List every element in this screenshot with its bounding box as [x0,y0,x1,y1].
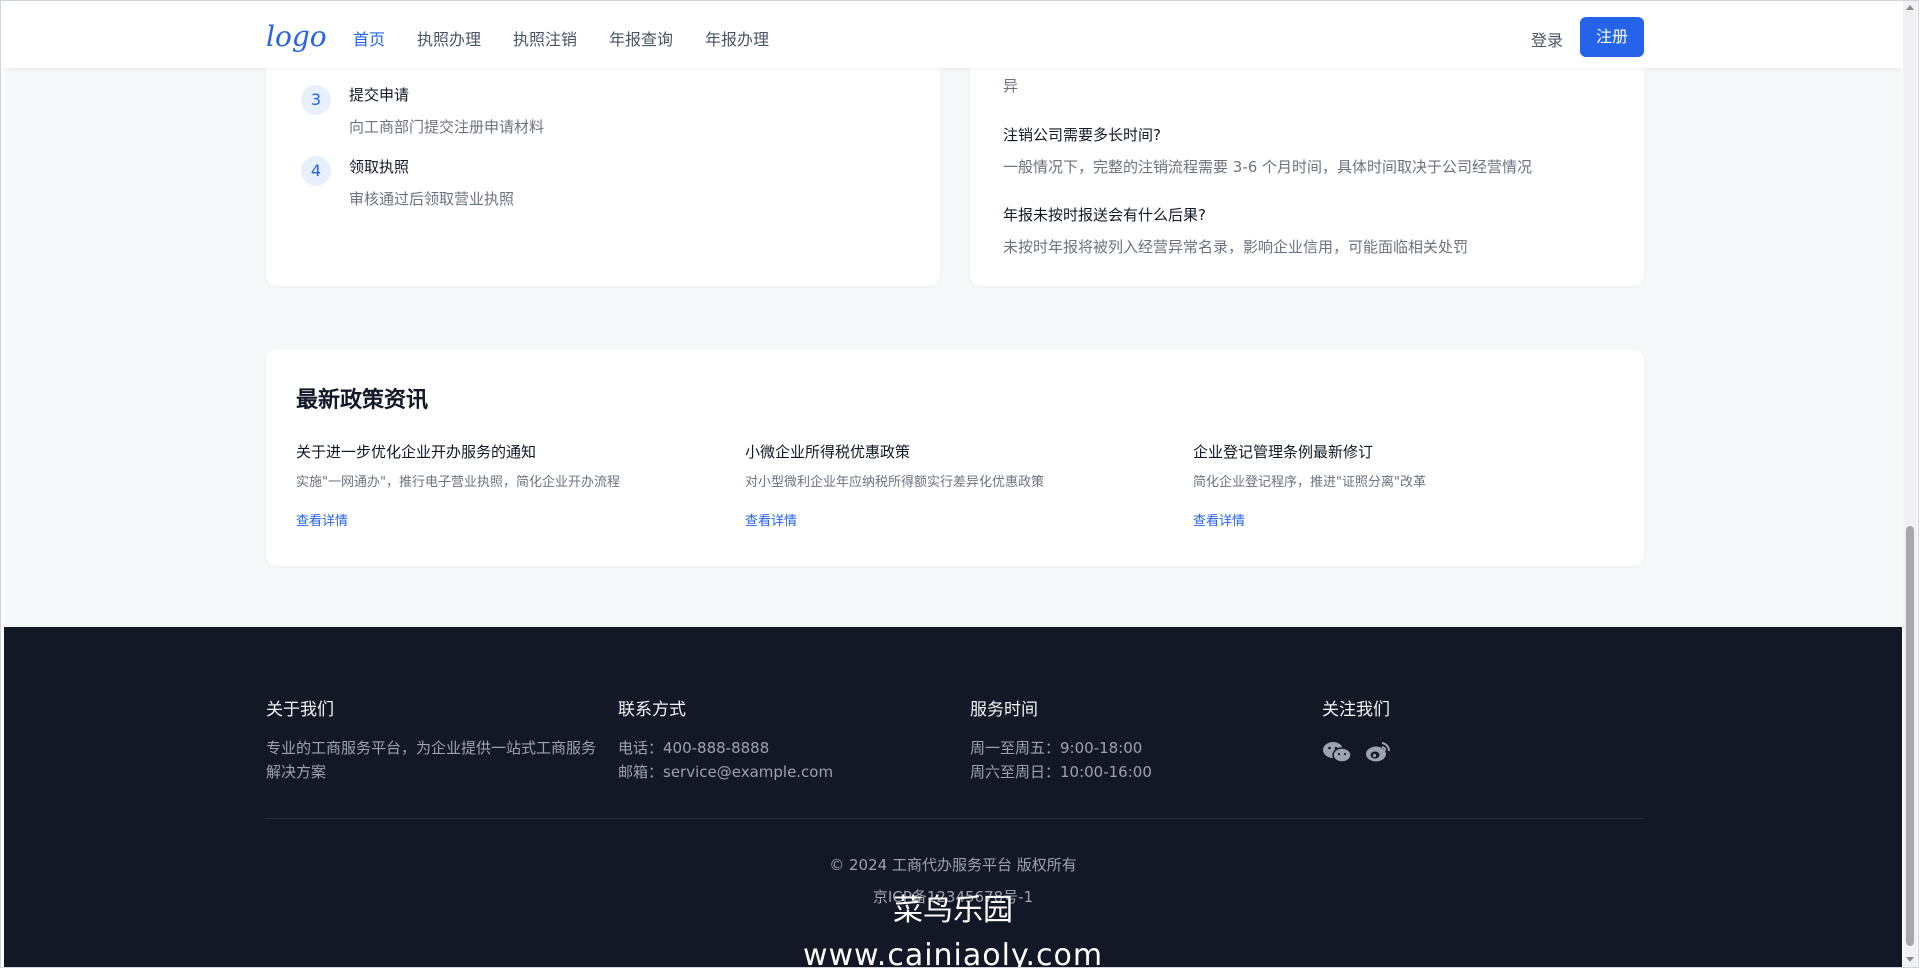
page-viewport: logo 首页 执照办理 执照注销 年报查询 年报办理 登录 注册 3 提交申请… [4,4,1902,967]
footer-hours-weekday: 周一至周五：9:00-18:00 [970,739,1143,757]
nav-link-annual-apply[interactable]: 年报办理 [705,26,769,50]
step-title: 提交申请 [349,86,410,104]
faq-question: 年报未按时报送会有什么后果? [1003,206,1206,224]
step-number-badge: 3 [301,85,331,115]
footer-divider [266,818,1644,819]
footer-contact-email[interactable]: 邮箱：service@example.com [618,760,833,784]
news-detail-link[interactable]: 查看详情 [1193,510,1245,529]
vertical-scrollbar[interactable] [1903,0,1917,968]
news-item-title[interactable]: 小微企业所得税优惠政策 [745,441,910,462]
wechat-icon[interactable] [1322,740,1352,764]
footer-copyright: © 2024 工商代办服务平台 版权所有 [829,856,1077,874]
policy-news-heading: 最新政策资讯 [296,388,429,413]
footer-follow-title: 关注我们 [1322,700,1390,720]
nav-link-home[interactable]: 首页 [353,26,385,50]
scroll-down-arrow-icon[interactable] [1906,957,1914,962]
faq-answer: 一般情况下，完整的注销流程需要 3-6 个月时间，具体时间取决于公司经营情况 [1003,158,1533,176]
footer-hours-title: 服务时间 [970,700,1038,720]
scroll-up-arrow-icon[interactable] [1906,5,1914,10]
nav-link-license-apply[interactable]: 执照办理 [417,26,481,50]
footer-about-title: 关于我们 [266,700,334,720]
nav-link-annual-query[interactable]: 年报查询 [609,26,673,50]
top-navbar: logo 首页 执照办理 执照注销 年报查询 年报办理 登录 注册 [4,4,1902,68]
step-description: 审核通过后领取营业执照 [349,190,515,208]
nav-link-license-cancel[interactable]: 执照注销 [513,26,577,50]
faq-answer-tail: 异 [1003,77,1019,95]
process-steps-card: 3 提交申请 向工商部门提交注册申请材料 4 领取执照 审核通过后领取营业执照 [266,34,940,286]
footer-hours-weekend: 周六至周日：10:00-16:00 [970,763,1152,781]
news-detail-link[interactable]: 查看详情 [296,510,348,529]
weibo-icon[interactable] [1365,740,1391,764]
footer-about-text: 专业的工商服务平台，为企业提供一站式工商服务解决方案 [266,739,597,781]
news-item-title[interactable]: 关于进一步优化企业开办服务的通知 [296,441,536,462]
news-item-description: 简化企业登记程序，推进"证照分离"改革 [1193,475,1426,490]
faq-question: 注销公司需要多长时间? [1003,126,1161,144]
scrollbar-thumb[interactable] [1906,526,1914,946]
login-link[interactable]: 登录 [1531,27,1563,51]
faq-answer: 未按时年报将被列入经营异常名录，影响企业信用，可能面临相关处罚 [1003,238,1469,256]
news-item-description: 对小型微利企业年应纳税所得额实行差异化优惠政策 [745,475,1045,490]
news-item-description: 实施"一网通办"，推行电子营业执照，简化企业开办流程 [296,475,620,490]
news-item-title[interactable]: 企业登记管理条例最新修订 [1193,441,1373,462]
news-detail-link[interactable]: 查看详情 [745,510,797,529]
step-description: 向工商部门提交注册申请材料 [349,118,545,136]
watermark-url: www.cainiaoly.com [802,938,1104,967]
step-number-badge: 4 [301,156,331,186]
faq-card: 异 注销公司需要多长时间? 一般情况下，完整的注销流程需要 3-6 个月时间，具… [970,34,1644,286]
footer-contact-phone: 电话：400-888-8888 [618,739,770,757]
register-button[interactable]: 注册 [1580,17,1644,57]
step-title: 领取执照 [349,158,410,176]
site-logo[interactable]: logo [266,20,327,53]
watermark-text: 菜鸟乐园 [893,893,1013,928]
footer-contact-title: 联系方式 [618,700,686,720]
